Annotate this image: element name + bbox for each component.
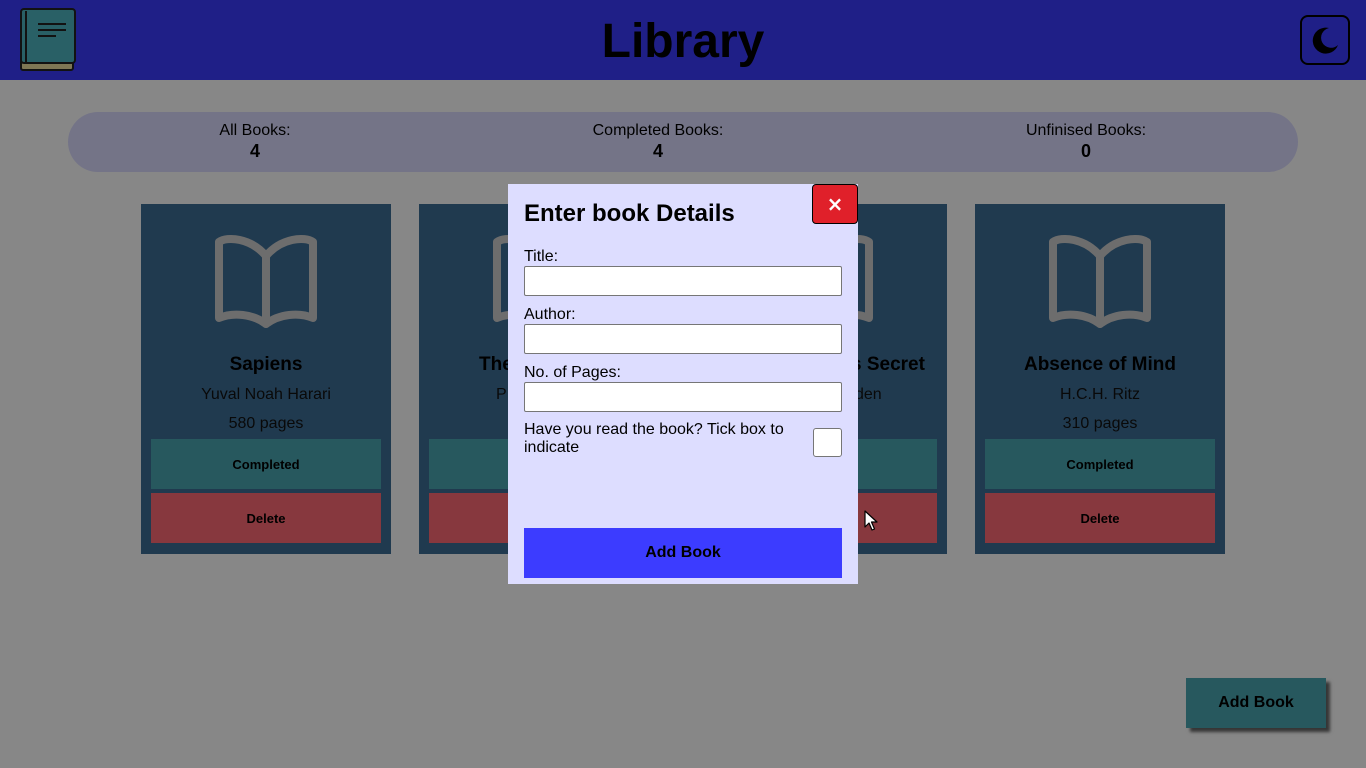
author-label: Author:	[524, 306, 576, 323]
mouse-cursor-icon	[864, 510, 878, 531]
author-input[interactable]	[524, 324, 842, 354]
pages-input[interactable]	[524, 382, 842, 412]
title-label: Title:	[524, 248, 559, 265]
title-input[interactable]	[524, 266, 842, 296]
add-book-modal: Enter book Details × Title: Author: No. …	[508, 184, 858, 584]
pages-label: No. of Pages:	[524, 364, 621, 381]
close-button[interactable]: ×	[812, 184, 858, 224]
submit-add-book-button[interactable]: Add Book	[524, 528, 842, 578]
read-checkbox-label: Have you read the book? Tick box to indi…	[524, 421, 784, 456]
read-checkbox[interactable]	[813, 428, 842, 457]
modal-title: Enter book Details	[524, 200, 735, 227]
